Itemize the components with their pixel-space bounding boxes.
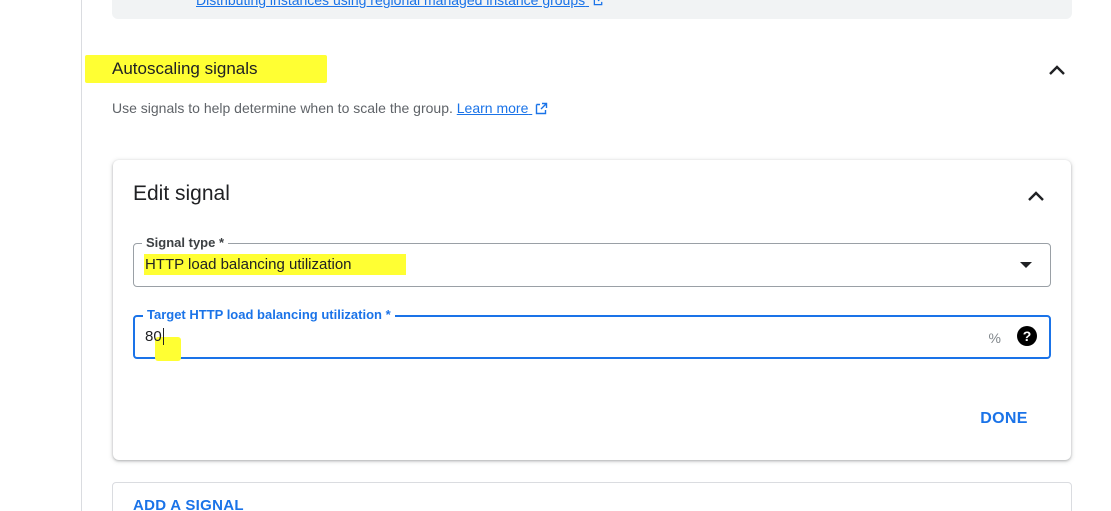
- learn-more-link[interactable]: Learn more: [457, 100, 532, 116]
- percent-suffix: %: [988, 330, 1001, 346]
- signal-type-select[interactable]: Signal type * HTTP load balancing utiliz…: [133, 235, 1051, 287]
- chevron-up-icon: [1049, 65, 1065, 75]
- signal-type-label: Signal type *: [142, 235, 229, 250]
- learn-more-text[interactable]: Learn more: [457, 100, 529, 116]
- chevron-up-icon: [1028, 191, 1044, 201]
- autoscaling-signals-header: Autoscaling signals: [85, 55, 1072, 83]
- done-button-label[interactable]: DONE: [980, 410, 1027, 428]
- edit-signal-title: Edit signal: [133, 182, 230, 205]
- left-divider: [81, 0, 82, 511]
- regional-mig-link-text[interactable]: Distributing instances using regional ma…: [196, 0, 585, 8]
- done-button[interactable]: DONE: [969, 403, 1039, 435]
- add-signal-card: ADD A SIGNAL: [112, 482, 1072, 511]
- external-link-icon[interactable]: [535, 102, 548, 115]
- section-description: Use signals to help determine when to sc…: [112, 100, 548, 116]
- regional-mig-link[interactable]: Distributing instances using regional ma…: [196, 0, 604, 8]
- description-text: Use signals to help determine when to sc…: [112, 100, 453, 116]
- target-utilization-label: Target HTTP load balancing utilization *: [143, 307, 395, 322]
- add-signal-button[interactable]: ADD A SIGNAL: [133, 497, 244, 511]
- help-icon[interactable]: ?: [1017, 326, 1037, 346]
- dropdown-arrow-icon[interactable]: [1020, 262, 1032, 268]
- edit-signal-card: Edit signal Signal type * HTTP load bala…: [113, 160, 1071, 460]
- external-link-icon: [593, 0, 604, 6]
- target-utilization-input[interactable]: 80: [145, 328, 164, 345]
- section-title: Autoscaling signals: [112, 59, 258, 78]
- collapse-section-button[interactable]: [1045, 58, 1069, 82]
- page: Distributing instances using regional ma…: [0, 0, 1111, 511]
- collapse-signal-button[interactable]: [1024, 184, 1048, 208]
- target-utilization-field[interactable]: Target HTTP load balancing utilization *…: [133, 307, 1051, 361]
- signal-type-value[interactable]: HTTP load balancing utilization: [145, 256, 352, 273]
- info-card: Distributing instances using regional ma…: [112, 0, 1072, 19]
